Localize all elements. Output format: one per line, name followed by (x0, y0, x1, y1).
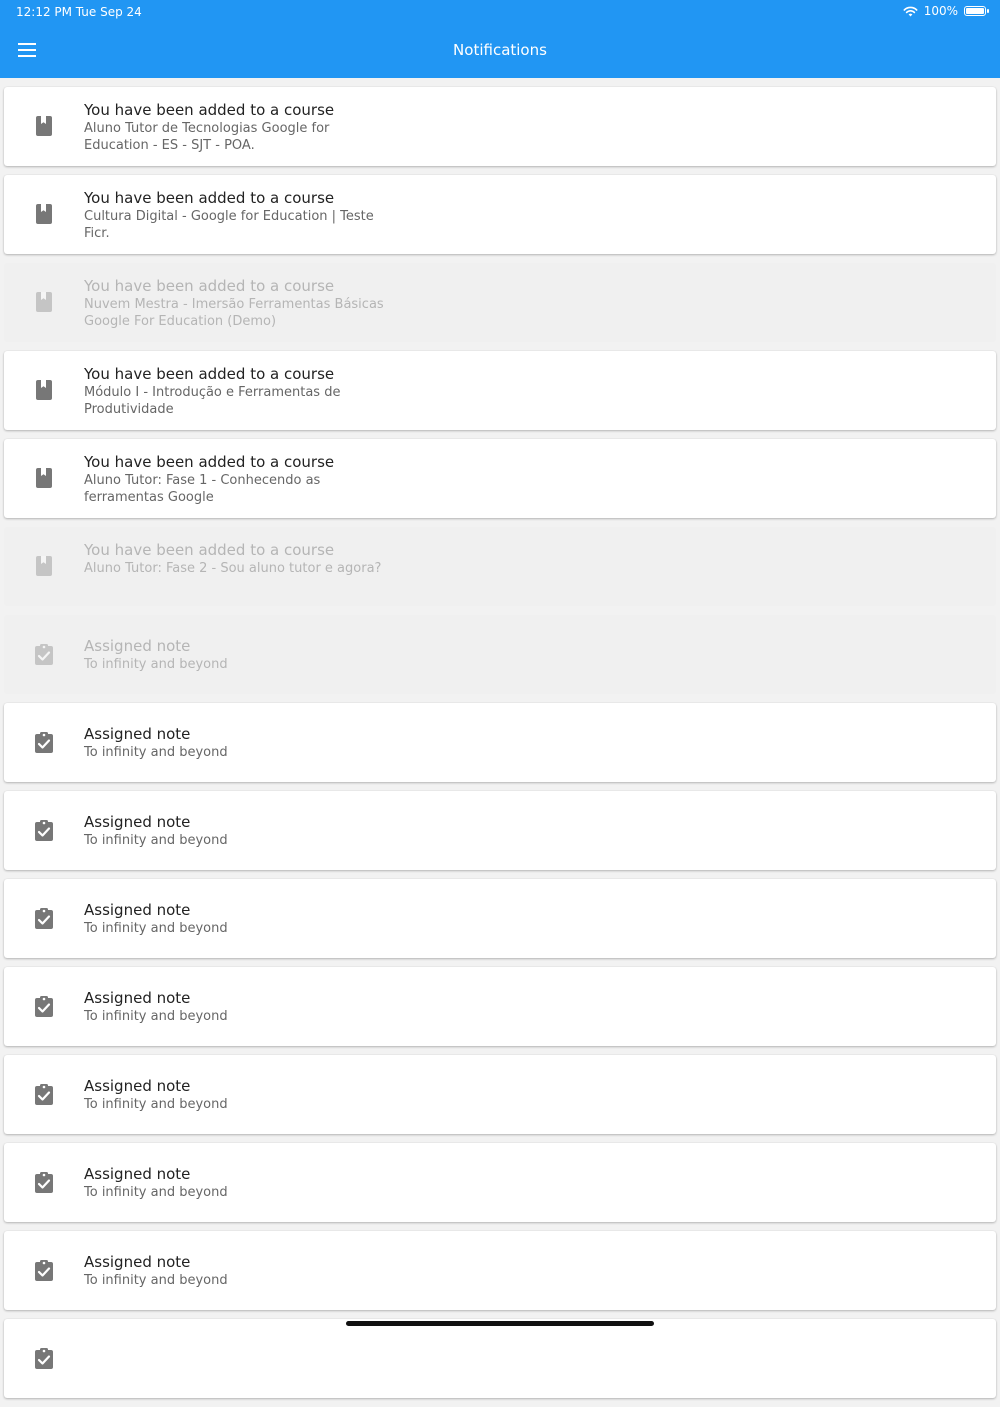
notification-subtitle: Aluno Tutor de Tecnologias Google for Ed… (84, 121, 330, 153)
assignment-check-icon (34, 819, 54, 841)
battery-icon (964, 6, 989, 16)
notification-card[interactable]: You have been added to a course Aluno Tut… (4, 87, 996, 166)
book-icon (34, 467, 54, 489)
notification-list: You have been added to a course Aluno Tut… (4, 87, 996, 1407)
notification-text: You have been added to a course Cultura D… (84, 189, 384, 242)
status-time: 12:12 PM Tue Sep 24 (16, 5, 142, 19)
battery-percent: 100% (923, 4, 958, 18)
notification-subtitle: Aluno Tutor: Fase 1 - Conhecendo as ferr… (84, 473, 321, 505)
notification-title: Assigned note (84, 725, 191, 743)
notification-subtitle: To infinity and beyond (84, 1009, 228, 1024)
notification-title: Assigned note (84, 1077, 191, 1095)
notification-title: You have been added to a course (84, 541, 335, 559)
notification-text: You have been added to a course Nuvem Mes… (84, 277, 384, 330)
notification-text: Assigned note To infinity and beyond (84, 989, 384, 1025)
assignment-check-icon (34, 907, 54, 929)
notification-text: Assigned note To infinity and beyond (84, 1165, 384, 1201)
notification-card[interactable]: You have been added to a course Aluno Tut… (4, 527, 996, 606)
status-right-group: 100% (903, 4, 989, 18)
notification-text: Assigned note To infinity and beyond (84, 1253, 384, 1289)
book-icon (34, 203, 54, 225)
notification-card[interactable]: Assigned note To infinity and beyond (4, 615, 996, 694)
book-icon (34, 291, 54, 313)
wifi-icon (903, 6, 918, 17)
notification-text: You have been added to a course Aluno Tut… (84, 453, 384, 506)
home-indicator (346, 1321, 654, 1326)
notification-text: You have been added to a course Módulo I … (84, 365, 384, 418)
notification-title: Assigned note (84, 1165, 191, 1183)
notification-card[interactable] (4, 1319, 996, 1398)
notification-title: You have been added to a course (84, 365, 335, 383)
notification-title: Assigned note (84, 813, 191, 831)
notification-title: Assigned note (84, 989, 191, 1007)
assignment-check-icon (34, 995, 54, 1017)
notification-card[interactable]: Assigned note To infinity and beyond (4, 791, 996, 870)
notification-card[interactable]: You have been added to a course Cultura D… (4, 175, 996, 254)
notification-card[interactable]: You have been added to a course Aluno Tut… (4, 439, 996, 518)
notification-title: Assigned note (84, 1253, 191, 1271)
notification-title: You have been added to a course (84, 277, 335, 295)
notification-card[interactable]: Assigned note To infinity and beyond (4, 1231, 996, 1310)
notification-subtitle: To infinity and beyond (84, 745, 228, 760)
notification-text: Assigned note To infinity and beyond (84, 725, 384, 761)
book-icon (34, 115, 54, 137)
notification-title: You have been added to a course (84, 189, 335, 207)
notification-card[interactable]: Assigned note To infinity and beyond (4, 967, 996, 1046)
notification-text: You have been added to a course Aluno Tut… (84, 541, 384, 577)
book-icon (34, 379, 54, 401)
assignment-check-icon (34, 1347, 54, 1369)
notification-text: Assigned note To infinity and beyond (84, 901, 384, 937)
notification-title: Assigned note (84, 637, 191, 655)
notification-text: You have been added to a course Aluno Tut… (84, 101, 384, 154)
notification-card[interactable]: Assigned note To infinity and beyond (4, 703, 996, 782)
app-bar: Notifications (0, 24, 1000, 78)
notification-subtitle: To infinity and beyond (84, 657, 228, 672)
book-icon (34, 555, 54, 577)
notification-subtitle: Aluno Tutor: Fase 2 - Sou aluno tutor e … (84, 561, 382, 576)
page-title: Notifications (453, 41, 547, 59)
notification-subtitle: Cultura Digital - Google for Education |… (84, 209, 374, 241)
notification-subtitle: Nuvem Mestra - Imersão Ferramentas Básic… (84, 297, 384, 329)
assignment-check-icon (34, 1259, 54, 1281)
assignment-check-icon (34, 1171, 54, 1193)
notification-card[interactable]: You have been added to a course Módulo I … (4, 351, 996, 430)
notification-text: Assigned note To infinity and beyond (84, 813, 384, 849)
notification-subtitle: Módulo I - Introdução e Ferramentas de P… (84, 385, 341, 417)
assignment-check-icon (34, 1083, 54, 1105)
notification-card[interactable]: Assigned note To infinity and beyond (4, 1055, 996, 1134)
notification-title: You have been added to a course (84, 101, 335, 119)
notification-card[interactable]: Assigned note To infinity and beyond (4, 879, 996, 958)
notification-card[interactable]: Assigned note To infinity and beyond (4, 1143, 996, 1222)
notification-text: Assigned note To infinity and beyond (84, 1077, 384, 1113)
notification-text: Assigned note To infinity and beyond (84, 637, 384, 673)
notification-title: You have been added to a course (84, 453, 335, 471)
assignment-check-icon (34, 643, 54, 665)
assignment-check-icon (34, 731, 54, 753)
notification-subtitle: To infinity and beyond (84, 1097, 228, 1112)
notification-title: Assigned note (84, 901, 191, 919)
notification-subtitle: To infinity and beyond (84, 1185, 228, 1200)
notification-subtitle: To infinity and beyond (84, 1273, 228, 1288)
notification-subtitle: To infinity and beyond (84, 921, 228, 936)
status-bar: 12:12 PM Tue Sep 24 100% (0, 0, 1000, 24)
notification-subtitle: To infinity and beyond (84, 833, 228, 848)
notification-card[interactable]: You have been added to a course Nuvem Mes… (4, 263, 996, 342)
